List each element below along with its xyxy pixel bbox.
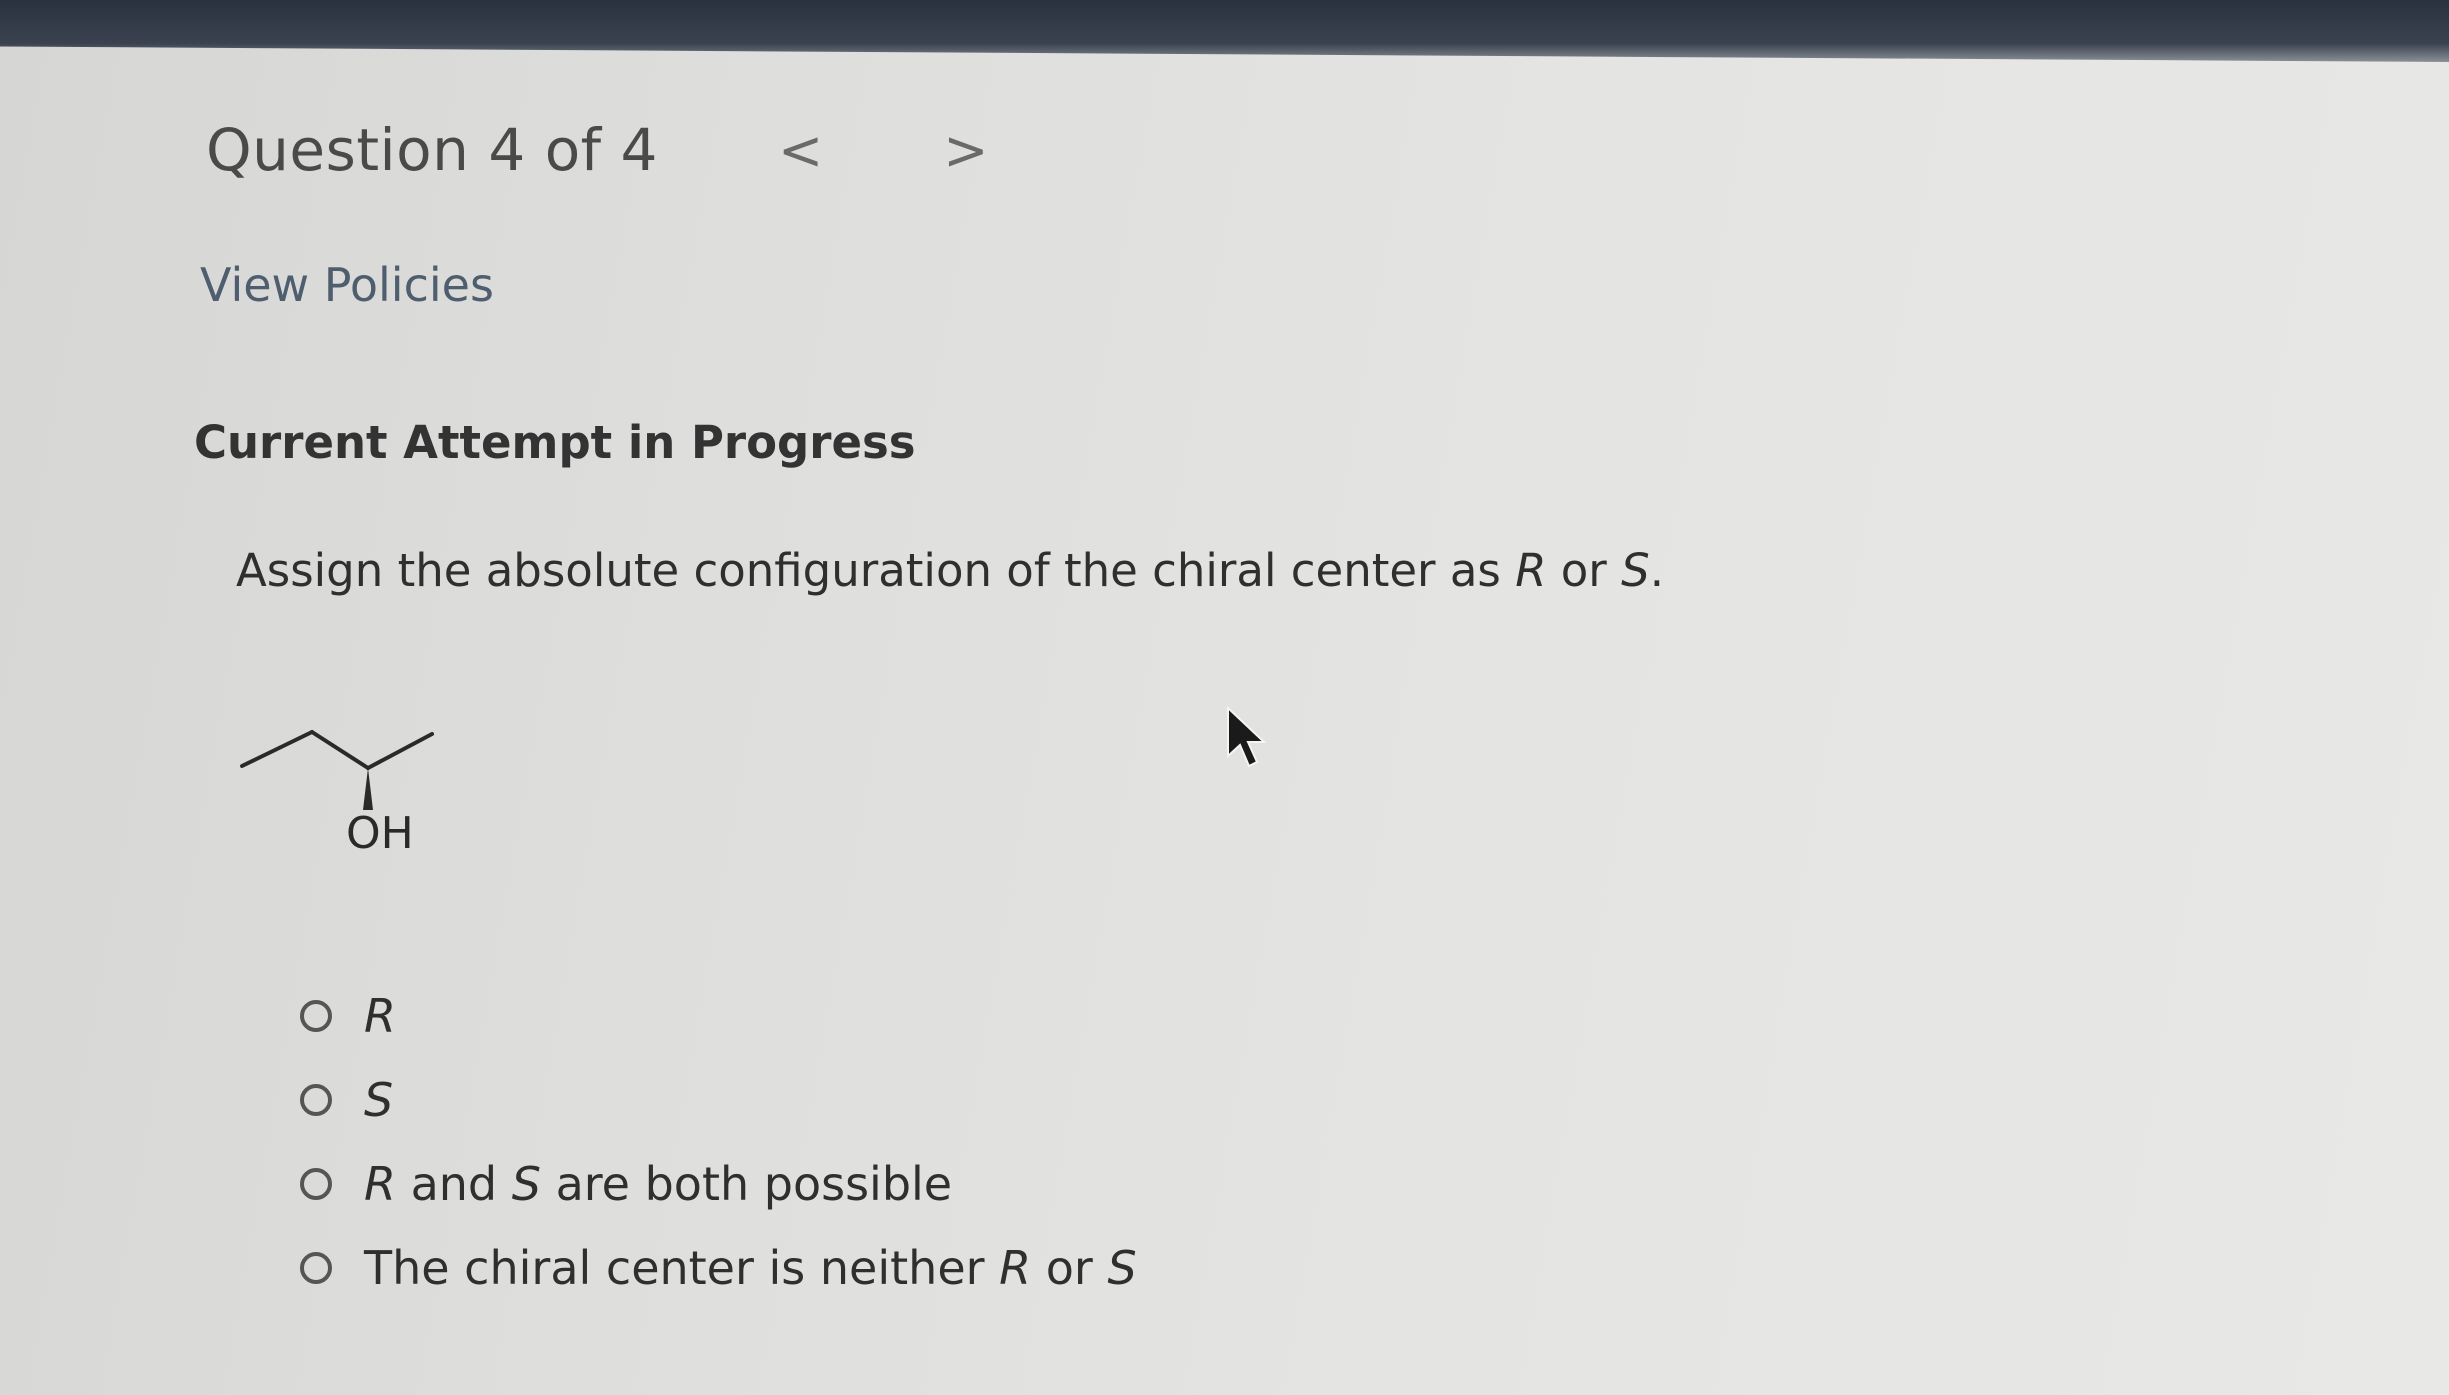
radio-button[interactable] [300,1000,332,1032]
option-neither[interactable]: The chiral center is neither R or S [300,1226,1137,1310]
option-rest: are both possible [540,1157,953,1211]
prompt-text: Assign the absolute configuration of the… [236,544,1516,597]
prompt-r: R [1515,544,1547,597]
option-and: and [395,1157,512,1211]
chevron-right-icon[interactable]: > [943,119,988,182]
option-both[interactable]: R and S are both possible [300,1142,1137,1226]
radio-button[interactable] [300,1084,332,1116]
option-s-letter: S [1107,1241,1137,1295]
prompt-end: . [1649,544,1665,597]
question-header: Question 4 of 4 < > [206,116,988,184]
view-policies-link[interactable]: View Policies [200,258,494,312]
option-label: R and S are both possible [364,1157,952,1211]
option-s[interactable]: S [300,1058,1137,1142]
radio-button[interactable] [300,1252,332,1284]
answer-options: R S R and S are both possible The chiral… [300,974,1137,1310]
question-counter: Question 4 of 4 [206,116,658,184]
chevron-left-icon[interactable]: < [778,119,823,182]
screen: Question 4 of 4 < > View Policies Curren… [0,44,2449,1395]
option-or: or [1031,1241,1108,1295]
option-s-letter: S [511,1157,541,1211]
option-label: S [364,1073,394,1127]
option-r-letter: R [999,1241,1032,1295]
molecule-structure [240,730,434,810]
radio-button[interactable] [300,1168,332,1200]
attempt-heading: Current Attempt in Progress [194,416,916,469]
prompt-s: S [1621,544,1650,597]
prompt-or: or [1546,544,1622,597]
hydroxyl-label: OH [346,808,414,859]
mouse-pointer-icon [1227,706,1267,768]
option-label: R [364,989,396,1043]
question-prompt: Assign the absolute configuration of the… [236,544,1664,597]
option-r-letter: R [364,1157,396,1211]
option-label: The chiral center is neither R or S [364,1241,1137,1295]
option-text: The chiral center is neither [364,1241,1000,1295]
option-r[interactable]: R [300,974,1137,1058]
